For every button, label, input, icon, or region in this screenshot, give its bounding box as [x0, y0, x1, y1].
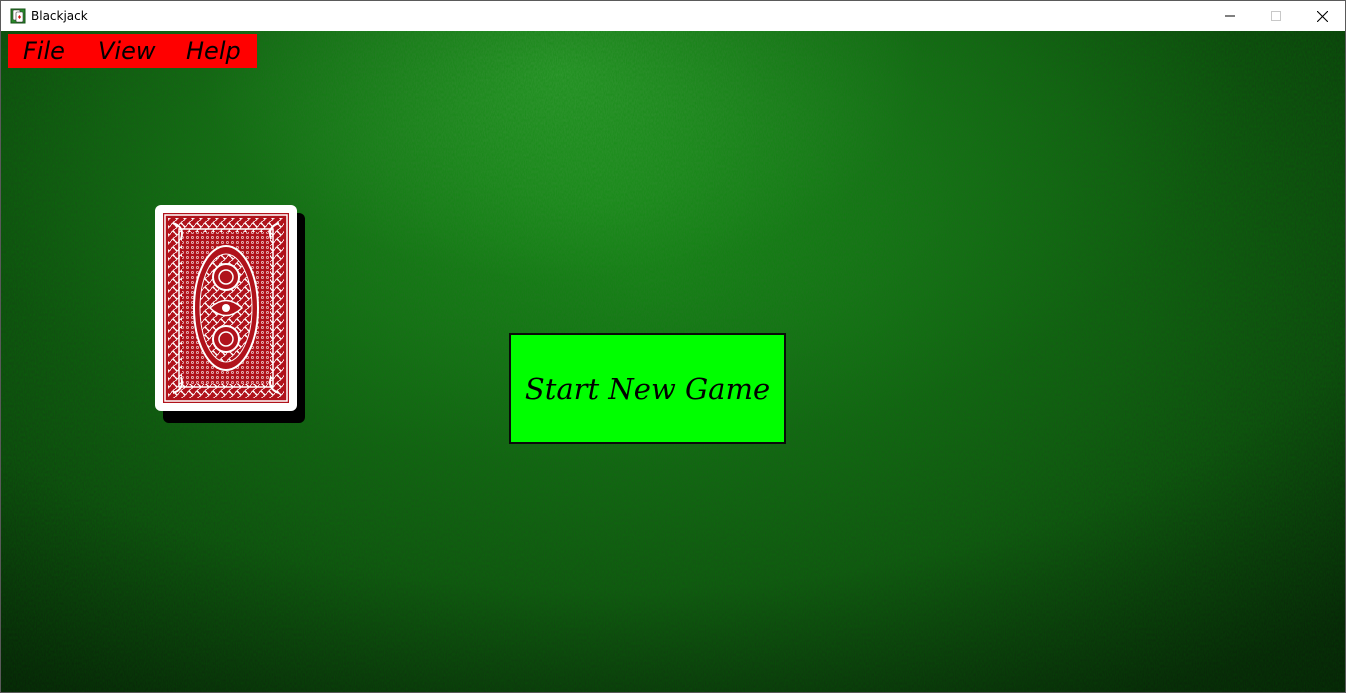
maximize-icon	[1271, 11, 1281, 21]
menu-file[interactable]: File	[23, 34, 65, 68]
card-back[interactable]	[155, 205, 297, 411]
blackjack-cards-icon	[10, 8, 26, 24]
title-bar[interactable]: Blackjack	[1, 1, 1345, 31]
window-title: Blackjack	[31, 9, 88, 23]
menu-bar: File View Help	[8, 34, 257, 68]
maximize-button[interactable]	[1253, 1, 1299, 31]
start-new-game-button[interactable]: Start New Game	[509, 333, 786, 444]
card-back-icon	[163, 213, 289, 403]
blackjack-window: Blackjack File View Help Start New Game	[0, 0, 1346, 693]
felt-table: File View Help Start New Game	[1, 31, 1345, 692]
close-button[interactable]	[1299, 1, 1345, 31]
menu-view[interactable]: View	[98, 34, 155, 68]
close-icon	[1316, 10, 1328, 22]
menu-help[interactable]: Help	[186, 34, 241, 68]
minimize-button[interactable]	[1207, 1, 1253, 31]
minimize-icon	[1225, 15, 1235, 17]
card-deck[interactable]	[155, 205, 305, 423]
start-new-game-label: Start New Game	[524, 371, 771, 406]
